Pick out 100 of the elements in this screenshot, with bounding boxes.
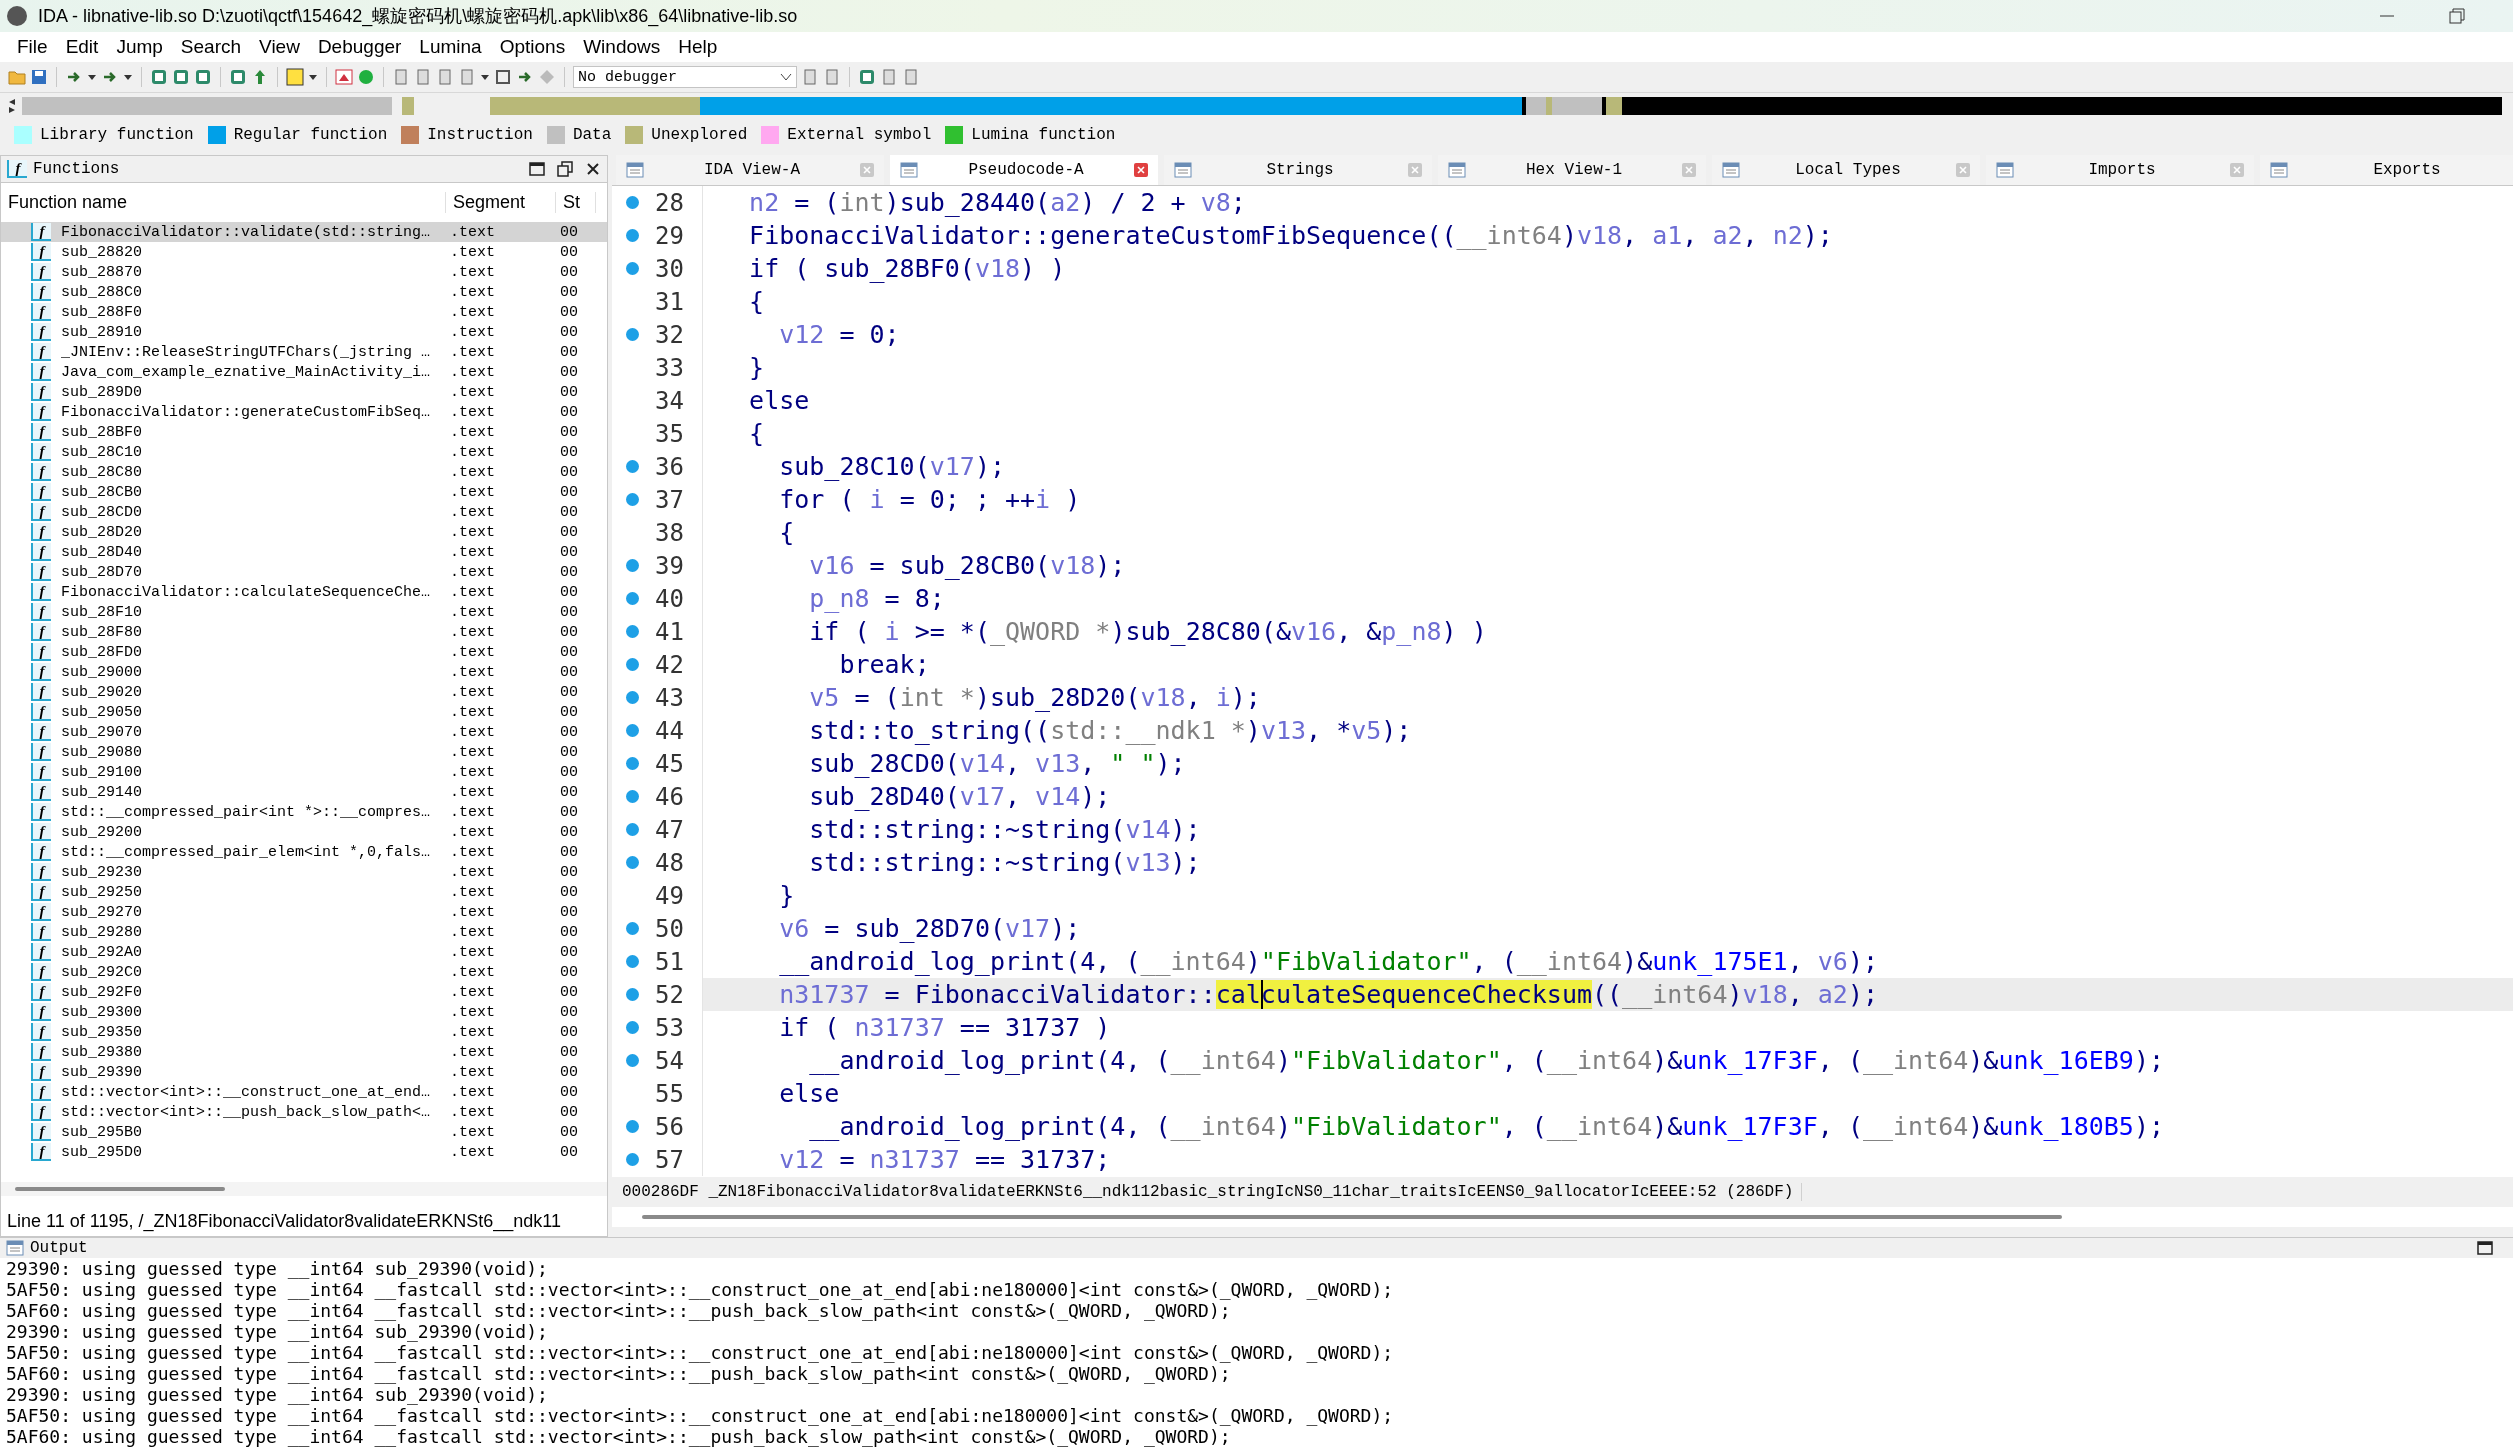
function-row[interactable]: f sub_29020 .text 00 bbox=[1, 682, 607, 702]
menu-item[interactable]: Options bbox=[490, 36, 575, 58]
function-row[interactable]: f std::vector<int>::__construct_one_at_end… .text 00 bbox=[1, 1082, 607, 1102]
menu-item[interactable]: Windows bbox=[574, 36, 670, 58]
scroll-arrows-icon[interactable] bbox=[6, 97, 18, 115]
grid-icon[interactable] bbox=[150, 68, 168, 86]
chart-icon[interactable] bbox=[335, 68, 353, 86]
menu-item[interactable]: Jump bbox=[107, 36, 172, 58]
menu-item[interactable]: Lumina bbox=[410, 36, 491, 58]
function-row[interactable]: f Java_com_example_eznative_MainActivity_i… .text 00 bbox=[1, 362, 607, 382]
function-row[interactable]: f sub_29270 .text 00 bbox=[1, 902, 607, 922]
column-header[interactable]: St bbox=[556, 191, 596, 213]
menu-item[interactable]: Debugger bbox=[308, 36, 411, 58]
circle-icon[interactable] bbox=[357, 68, 375, 86]
breakpoint-dot[interactable] bbox=[626, 856, 639, 869]
function-row[interactable]: f sub_28D70 .text 00 bbox=[1, 562, 607, 582]
page-icon[interactable] bbox=[392, 68, 410, 86]
function-row[interactable]: f sub_28CB0 .text 00 bbox=[1, 482, 607, 502]
function-row[interactable]: f sub_28820 .text 00 bbox=[1, 242, 607, 262]
function-row[interactable]: f sub_292C0 .text 00 bbox=[1, 962, 607, 982]
function-row[interactable]: f sub_28D20 .text 00 bbox=[1, 522, 607, 542]
function-row[interactable]: f FibonacciValidator::generateCustomFibSeq… .text 00 bbox=[1, 402, 607, 422]
function-row[interactable]: f sub_28D40 .text 00 bbox=[1, 542, 607, 562]
tab[interactable]: Pseudocode-A bbox=[890, 155, 1158, 185]
function-row[interactable]: f sub_288C0 .text 00 bbox=[1, 282, 607, 302]
function-row[interactable]: f sub_29250 .text 00 bbox=[1, 882, 607, 902]
function-row[interactable]: f sub_29200 .text 00 bbox=[1, 822, 607, 842]
grid-icon[interactable] bbox=[194, 68, 212, 86]
breakpoint-dot[interactable] bbox=[626, 1054, 639, 1067]
function-row[interactable]: f FibonacciValidator::calculateSequenceChe… .text 00 bbox=[1, 582, 607, 602]
page-icon[interactable] bbox=[880, 68, 898, 86]
function-row[interactable]: f sub_295D0 .text 00 bbox=[1, 1142, 607, 1162]
page-icon[interactable] bbox=[414, 68, 432, 86]
function-row[interactable]: f sub_29000 .text 00 bbox=[1, 662, 607, 682]
menu-item[interactable]: File bbox=[8, 36, 57, 58]
breakpoint-dot[interactable] bbox=[626, 493, 639, 506]
page-icon[interactable] bbox=[823, 68, 841, 86]
function-row[interactable]: f sub_28BF0 .text 00 bbox=[1, 422, 607, 442]
function-row[interactable]: f sub_28CD0 .text 00 bbox=[1, 502, 607, 522]
breakpoint-dot[interactable] bbox=[626, 229, 639, 242]
restore-icon[interactable] bbox=[2447, 6, 2467, 26]
function-row[interactable]: f sub_288F0 .text 00 bbox=[1, 302, 607, 322]
breakpoint-dot[interactable] bbox=[626, 955, 639, 968]
function-row[interactable]: f sub_292A0 .text 00 bbox=[1, 942, 607, 962]
breakpoint-dot[interactable] bbox=[626, 757, 639, 770]
menu-item[interactable]: View bbox=[250, 36, 309, 58]
breakpoint-dot[interactable] bbox=[626, 724, 639, 737]
breakpoint-dot[interactable] bbox=[626, 196, 639, 209]
function-row[interactable]: f sub_29230 .text 00 bbox=[1, 862, 607, 882]
function-row[interactable]: f _JNIEnv::ReleaseStringUTFChars(_jstring … .text 00 bbox=[1, 342, 607, 362]
function-row[interactable]: f sub_28F10 .text 00 bbox=[1, 602, 607, 622]
maximize-icon[interactable] bbox=[529, 161, 545, 177]
function-row[interactable]: f sub_28910 .text 00 bbox=[1, 322, 607, 342]
grid-icon[interactable] bbox=[229, 68, 247, 86]
scrollbar-thumb[interactable] bbox=[642, 1215, 2062, 1219]
folder-icon[interactable] bbox=[8, 68, 26, 86]
menu-item[interactable]: Help bbox=[669, 36, 727, 58]
function-row[interactable]: f std::vector<int>::__push_back_slow_path<… .text 00 bbox=[1, 1102, 607, 1122]
breakpoint-dot[interactable] bbox=[626, 559, 639, 572]
function-row[interactable]: f sub_29100 .text 00 bbox=[1, 762, 607, 782]
function-row[interactable]: f sub_29380 .text 00 bbox=[1, 1042, 607, 1062]
close-icon[interactable] bbox=[585, 161, 601, 177]
function-row[interactable]: f std::__compressed_pair<int *>::__compres… .text 00 bbox=[1, 802, 607, 822]
column-header[interactable]: Function name bbox=[1, 191, 446, 213]
breakpoint-dot[interactable] bbox=[626, 328, 639, 341]
page-icon[interactable] bbox=[902, 68, 920, 86]
function-row[interactable]: f sub_28F80 .text 00 bbox=[1, 622, 607, 642]
breakpoint-dot[interactable] bbox=[626, 625, 639, 638]
function-row[interactable]: f sub_289D0 .text 00 bbox=[1, 382, 607, 402]
breakpoint-dot[interactable] bbox=[626, 922, 639, 935]
function-row[interactable]: f sub_29300 .text 00 bbox=[1, 1002, 607, 1022]
function-row[interactable]: f sub_29050 .text 00 bbox=[1, 702, 607, 722]
breakpoint-dot[interactable] bbox=[626, 1021, 639, 1034]
function-row[interactable]: f FibonacciValidator::validate(std::string… .text 00 bbox=[1, 222, 607, 242]
function-row[interactable]: f sub_28870 .text 00 bbox=[1, 262, 607, 282]
float-icon[interactable] bbox=[557, 161, 573, 177]
breakpoint-dot[interactable] bbox=[626, 1120, 639, 1133]
scrollbar-thumb[interactable] bbox=[15, 1187, 225, 1191]
maximize-icon[interactable] bbox=[2477, 1240, 2493, 1256]
function-row[interactable]: f sub_28C10 .text 00 bbox=[1, 442, 607, 462]
function-row[interactable]: f sub_29140 .text 00 bbox=[1, 782, 607, 802]
breakpoint-dot[interactable] bbox=[626, 823, 639, 836]
breakpoint-dot[interactable] bbox=[626, 460, 639, 473]
function-row[interactable]: f sub_29280 .text 00 bbox=[1, 922, 607, 942]
function-row[interactable]: f sub_28FD0 .text 00 bbox=[1, 642, 607, 662]
function-row[interactable]: f sub_29070 .text 00 bbox=[1, 722, 607, 742]
function-row[interactable]: f sub_29390 .text 00 bbox=[1, 1062, 607, 1082]
page-icon[interactable] bbox=[801, 68, 819, 86]
breakpoint-dot[interactable] bbox=[626, 988, 639, 1001]
breakpoint-dot[interactable] bbox=[626, 790, 639, 803]
function-row[interactable]: f sub_295B0 .text 00 bbox=[1, 1122, 607, 1142]
function-row[interactable]: f sub_28C80 .text 00 bbox=[1, 462, 607, 482]
function-row[interactable]: f sub_292F0 .text 00 bbox=[1, 982, 607, 1002]
menu-item[interactable]: Edit bbox=[56, 36, 108, 58]
save-icon[interactable] bbox=[30, 68, 48, 86]
grid-icon[interactable] bbox=[858, 68, 876, 86]
function-row[interactable]: f sub_29350 .text 00 bbox=[1, 1022, 607, 1042]
column-header[interactable]: Segment bbox=[446, 191, 556, 213]
breakpoint-dot[interactable] bbox=[626, 592, 639, 605]
breakpoint-dot[interactable] bbox=[626, 691, 639, 704]
